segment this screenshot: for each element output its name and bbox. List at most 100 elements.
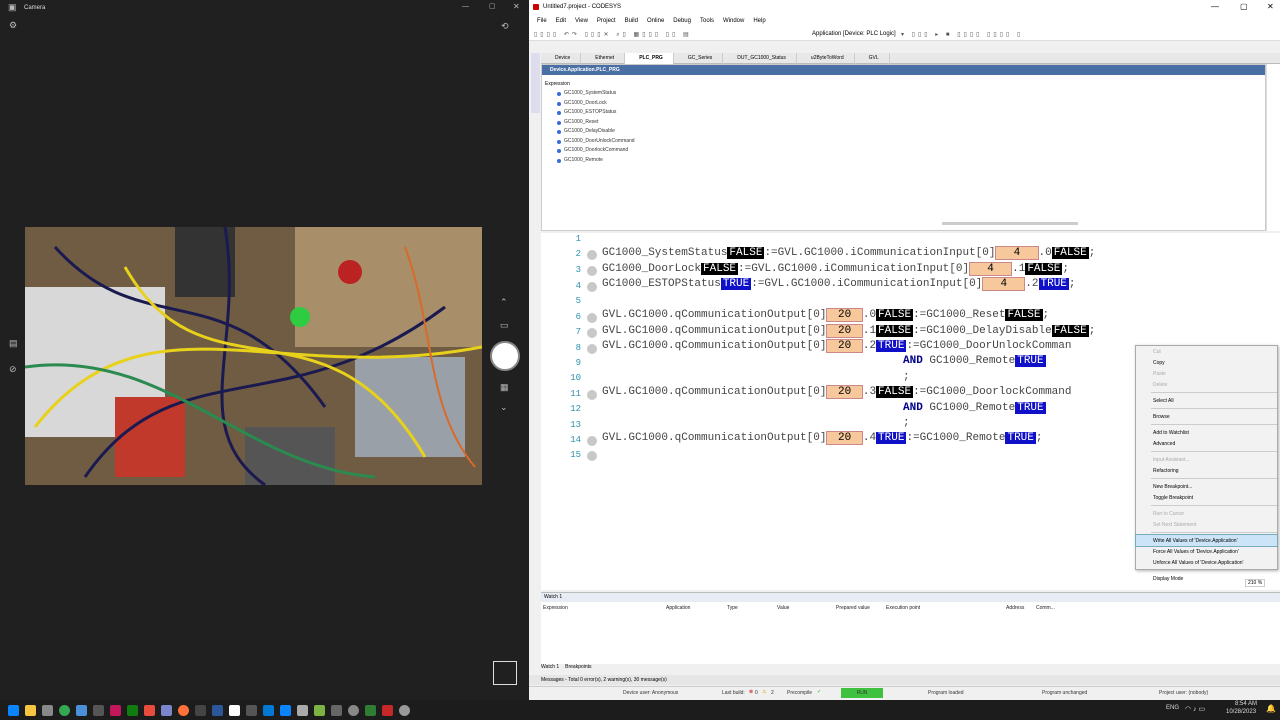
start-icon[interactable] <box>8 704 19 716</box>
context-menu-item[interactable]: Browse <box>1136 411 1277 422</box>
variable-row[interactable]: GC1000_Remote <box>542 157 1142 167</box>
context-menu-item[interactable]: Toggle Breakpoint <box>1136 492 1277 503</box>
watch-column-header[interactable]: Prepared value <box>836 605 870 611</box>
notification-icon[interactable]: 🔔 <box>1266 704 1276 713</box>
word-icon[interactable] <box>212 704 223 716</box>
barcode-mode-icon[interactable]: ▦ <box>500 382 509 393</box>
hdr-icon[interactable]: ▤ <box>9 338 18 349</box>
context-menu-item[interactable]: Display Mode <box>1136 573 1277 584</box>
menu-build[interactable]: Build <box>625 18 638 28</box>
context-menu-item[interactable]: Input Assistant... <box>1136 454 1277 465</box>
app-icon[interactable] <box>365 704 376 716</box>
tab-plc_prg[interactable]: PLC_PRG <box>625 53 674 64</box>
menu-file[interactable]: File <box>537 18 547 28</box>
tab-gvl[interactable]: GVL <box>855 53 890 64</box>
variable-row[interactable]: GC1000_DoorLock <box>542 100 1142 110</box>
menu-online[interactable]: Online <box>647 18 664 28</box>
watch-column-header[interactable]: Execution point <box>886 605 920 611</box>
edge-icon[interactable] <box>280 704 291 716</box>
app-icon[interactable] <box>76 704 87 716</box>
variable-row[interactable]: GC1000_ESTOPStatus <box>542 109 1142 119</box>
context-menu-item[interactable]: Cut <box>1136 346 1277 357</box>
tab-gc_series[interactable]: GC_Series <box>674 53 724 64</box>
context-menu-item[interactable]: Refactoring <box>1136 465 1277 476</box>
app-icon[interactable] <box>314 704 325 716</box>
codesys-icon[interactable] <box>382 704 393 716</box>
watch-column-header[interactable]: Expression <box>543 605 568 611</box>
menu-edit[interactable]: Edit <box>556 18 566 28</box>
terminal-icon[interactable] <box>195 704 206 716</box>
watch-column-header[interactable]: Application <box>666 605 690 611</box>
capture-photo-button[interactable] <box>490 341 520 371</box>
task-view-icon[interactable] <box>42 704 53 716</box>
context-menu-item[interactable]: Delete <box>1136 379 1277 390</box>
watch-column-header[interactable]: Value <box>777 605 789 611</box>
context-menu-item[interactable]: Select All <box>1136 395 1277 406</box>
chrome-icon[interactable] <box>59 704 70 716</box>
menu-tools[interactable]: Tools <box>700 18 714 28</box>
minimize-icon[interactable]: — <box>1211 2 1219 11</box>
close-icon[interactable]: ✕ <box>1267 2 1274 11</box>
app-icon[interactable] <box>93 704 104 716</box>
context-menu-item[interactable]: Copy <box>1136 357 1277 368</box>
context-menu-item[interactable]: Set Next Statement <box>1136 519 1277 530</box>
file-explorer-icon[interactable] <box>25 704 36 716</box>
tab-device[interactable]: Device <box>541 53 582 64</box>
clock-date[interactable]: 10/28/2023 <box>1226 709 1256 715</box>
debug-toolbar-icons[interactable]: ▾ ▯▯▯ ▸ ■ ▯▯▯▯ ▯▯▯▯ ▯ <box>901 31 1023 38</box>
camera-app-icon[interactable] <box>348 704 359 716</box>
gallery-thumbnail[interactable] <box>493 661 517 685</box>
decl-scrollbar[interactable] <box>1266 64 1280 231</box>
tab-u2bytetoword[interactable]: u2ByteToWord <box>797 53 855 64</box>
settings-gear-icon[interactable]: ⚙ <box>9 20 17 31</box>
context-menu-item[interactable]: Run to Cursor <box>1136 508 1277 519</box>
switch-camera-icon[interactable]: ⟲ <box>501 21 509 32</box>
minimize-icon[interactable]: — <box>462 3 469 10</box>
app-icon[interactable] <box>399 704 410 716</box>
maximize-icon[interactable]: ▢ <box>489 2 496 10</box>
watch-column-header[interactable]: Address <box>1006 605 1024 611</box>
watch-tab[interactable]: Watch 1 <box>541 664 559 670</box>
timer-off-icon[interactable]: ⊘ <box>9 364 17 375</box>
video-mode-icon[interactable]: ▭ <box>500 320 509 331</box>
maximize-icon[interactable]: ▢ <box>1240 2 1248 11</box>
variable-row[interactable]: GC1000_DoorUnlockCommand <box>542 138 1142 148</box>
watch-tab[interactable]: Breakpoints <box>565 664 591 670</box>
menu-help[interactable]: Help <box>753 18 765 28</box>
context-menu-item[interactable]: Paste <box>1136 368 1277 379</box>
app-icon[interactable] <box>331 704 342 716</box>
clock-time[interactable]: 8:54 AM <box>1235 701 1257 707</box>
network-icon[interactable]: ◠ ♪ ▭ <box>1185 705 1205 713</box>
xbox-icon[interactable] <box>127 704 138 716</box>
app-icon[interactable] <box>229 704 240 716</box>
tab-dut_gc1000_status[interactable]: DUT_GC1000_Status <box>723 53 797 64</box>
context-menu-item[interactable]: Write All Values of 'Device.Application' <box>1135 534 1278 547</box>
context-menu-item[interactable]: Unforce All Values of 'Device.Applicatio… <box>1136 557 1277 568</box>
app-icon[interactable] <box>144 704 155 716</box>
watch-column-header[interactable]: Type <box>727 605 738 611</box>
chevron-down-icon[interactable]: ⌄ <box>500 402 508 413</box>
menu-window[interactable]: Window <box>723 18 744 28</box>
variable-row[interactable]: GC1000_Reset <box>542 119 1142 129</box>
menu-view[interactable]: View <box>575 18 588 28</box>
context-menu-item[interactable]: Add to Watchlist <box>1136 427 1277 438</box>
context-menu-item[interactable]: New Breakpoint... <box>1136 481 1277 492</box>
side-panel-tabs[interactable] <box>531 53 540 113</box>
context-menu-item[interactable]: Advanced <box>1136 438 1277 449</box>
context-menu-item[interactable]: Force All Values of 'Device.Application' <box>1136 546 1277 557</box>
toolbar-icons[interactable]: ▯▯▯▯ ↶↷ ▯▯▯✕ ⌕▯ ▦▯▯▯ ▯▯ ▤ <box>534 31 692 39</box>
language-indicator[interactable]: ENG <box>1166 705 1179 711</box>
close-icon[interactable]: ✕ <box>513 2 520 11</box>
horizontal-scrollbar[interactable] <box>942 222 1078 225</box>
tab-ethernet[interactable]: Ethernet <box>581 53 626 64</box>
app-icon[interactable] <box>297 704 308 716</box>
active-application-select[interactable]: Application [Device: PLC Logic] <box>812 31 896 37</box>
chevron-up-icon[interactable]: ⌃ <box>500 297 508 308</box>
variable-row[interactable]: GC1000_DoorlockCommand <box>542 147 1142 157</box>
messages-bar[interactable]: Messages - Total 0 error(s), 2 warning(s… <box>529 675 1280 685</box>
app-icon[interactable] <box>161 704 172 716</box>
app-icon[interactable] <box>263 704 274 716</box>
menu-debug[interactable]: Debug <box>673 18 691 28</box>
app-icon[interactable] <box>110 704 121 716</box>
watch-column-header[interactable]: Comm... <box>1036 605 1055 611</box>
